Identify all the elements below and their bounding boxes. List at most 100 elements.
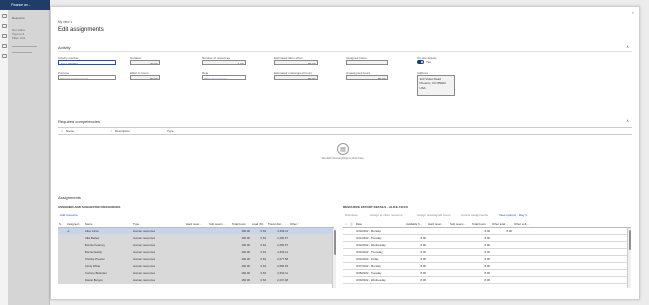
load-cell: 0.63 [260, 236, 266, 240]
distribute-button[interactable]: Distribute [345, 213, 358, 217]
unassigned-hours-field: Unassigned hours 80.00 [346, 71, 388, 80]
activity-section-title[interactable]: Activity [58, 45, 71, 50]
resource-row[interactable]: Bonnie Kearney Human resources 160.00 0.63 2… [58, 242, 334, 249]
resource-name-cell: Alice Ciccu [85, 229, 99, 233]
effort-row[interactable]: 3/23/2022 - Thursday 8.00 8.00 [343, 249, 631, 256]
total-hours-cell: 8.00 [484, 236, 490, 240]
resource-row[interactable]: ♙ Alice Ciccu Human resources 160.00 0.63 2,2… [58, 228, 334, 235]
date-cell: 3/20/2022 - Monday [356, 229, 381, 233]
assigned-cell: ♙ [66, 229, 84, 233]
effort-scrollbar[interactable] [627, 228, 631, 288]
activity-number-input[interactable]: ACU-000004 [58, 60, 116, 65]
resource-row[interactable]: Cindy White Human resources 160.00 0.63 2,56… [58, 263, 334, 270]
unassigned-hours-input[interactable]: 80.00 [346, 75, 388, 80]
total-hours-cell: 8.00 [484, 250, 490, 254]
scrollbar-thumb[interactable] [333, 230, 336, 255]
total-hours-cell: 8.00 [484, 229, 490, 233]
view-options-select[interactable]: Day ∨ [519, 213, 527, 217]
star-icon[interactable] [2, 24, 7, 28]
assign-to-other-resource-button[interactable]: Assign to other resource [370, 213, 403, 217]
total-hours-cell: 160.00 [241, 250, 250, 254]
estimated-labor-effort-input[interactable]: 80.00 [274, 60, 318, 65]
assigned-hours-input[interactable] [346, 60, 388, 65]
resource-name-cell: Bonnie Easily [85, 250, 102, 254]
total-hours-cell: 160.00 [241, 271, 250, 275]
effort-row[interactable]: 3/20/2022 - Monday 8.00 8.00 [343, 228, 631, 235]
add-resource-button[interactable]: Add resource [60, 213, 78, 217]
effort-in-hours-input[interactable]: 80.00 [130, 75, 160, 80]
resources-scrollbar[interactable] [332, 228, 336, 288]
empty-state-icon: ▤ [337, 143, 349, 155]
total-hours-cell: 160.00 [241, 257, 250, 261]
role-input[interactable]: Project manager [202, 75, 246, 80]
list-icon[interactable] [2, 54, 7, 58]
chevron-up-icon[interactable]: ∧ [626, 118, 629, 123]
total-hours-cell: 160.00 [241, 278, 250, 282]
edit-assignments-panel: × My view ∨ Edit assignments Activity ∧ … [50, 6, 640, 300]
resource-row[interactable]: Corinne Bolander Human resources 160.00 0.6… [58, 270, 334, 277]
column-header-type[interactable]: Type [167, 129, 227, 133]
load-cell: 0.63 [260, 271, 266, 275]
resource-name-cell: Christie Preston [85, 257, 105, 261]
cancel-assignments-button[interactable]: Cancel assignments [461, 213, 488, 217]
travel-distance-cell: 2,252.11 [277, 250, 288, 254]
divider [58, 51, 632, 52]
scrollbar-thumb[interactable] [628, 230, 631, 250]
number-of-resources-input[interactable]: 1.00 [202, 60, 246, 65]
column-header-description[interactable]: Description [115, 129, 167, 133]
effort-row[interactable]: 3/21/2022 - Tuesday 8.00 8.00 [343, 235, 631, 242]
assignments-section-title[interactable]: Assignments [58, 195, 81, 200]
resource-row[interactable]: Bonnie Easily Human resources 160.00 0.63 2,… [58, 249, 334, 256]
address-input[interactable]: 123 Violet Road Phoenix, CO 85003 USA [417, 75, 455, 96]
column-header-name[interactable]: Name [66, 129, 111, 133]
effort-row[interactable]: 3/22/2022 - Wednesday 8.00 8.00 [343, 242, 631, 249]
duration-input[interactable]: 20.00 [130, 60, 160, 65]
page-title: Edit assignments [58, 27, 104, 33]
workspace-icon[interactable] [2, 44, 7, 48]
assign-unassigned-hours-button[interactable]: Assign unassigned hours [417, 213, 451, 217]
select-all-radio[interactable]: ○ [58, 129, 66, 133]
effort-row[interactable]: 3/24/2022 - Friday 8.00 8.00 [343, 256, 631, 263]
date-cell: 3/29/2022 - Wednesday [356, 278, 386, 282]
onsite-toggle[interactable] [417, 60, 424, 64]
load-cell: 0.63 [260, 278, 266, 282]
estimated-unassigned-hours-input[interactable]: 80.00 [274, 75, 318, 80]
effort-row[interactable]: 3/27/2022 - Monday 8.00 8.00 [343, 263, 631, 270]
available-hours-cell: 8.00 [420, 243, 426, 247]
purpose-input[interactable]: Project management [58, 75, 116, 80]
close-button[interactable]: × [632, 10, 634, 15]
available-hours-cell: 8.00 [420, 250, 426, 254]
travel-distance-cell: 2,269.67 [277, 236, 288, 240]
background-app-title: Finance an... [0, 0, 50, 10]
clock-icon[interactable] [2, 34, 7, 38]
effort-row[interactable]: 3/29/2022 - Wednesday 8.00 8.00 [343, 277, 631, 284]
date-cell: 3/21/2022 - Tuesday [356, 236, 382, 240]
resource-row[interactable]: Daniel Burgos Human resources 160.00 0.63 2,… [58, 277, 334, 284]
competencies-grid: ○ Name ↑ Description Type ▤ We didn't fi… [58, 127, 632, 187]
view-selector[interactable]: My view ∨ [58, 20, 73, 24]
total-hours-cell: 8.00 [484, 264, 490, 268]
activity-number-field: Activity number ACU-000004 [58, 56, 116, 65]
date-cell: 3/24/2022 - Friday [356, 257, 379, 261]
assigned-hours-field: Assigned hours [346, 56, 388, 65]
total-hours-cell: 160.00 [241, 243, 250, 247]
available-hours-cell: 8.00 [420, 271, 426, 275]
travel-distance-cell: 2,252.11 [277, 271, 288, 275]
empty-state-text: We didn't find anything to show here. [321, 157, 365, 160]
resource-row[interactable]: Christie Preston Human resources 160.00 0.6… [58, 256, 334, 263]
resource-type-cell: Human resources [133, 271, 156, 275]
resource-type-cell: Human resources [133, 278, 156, 282]
modal-overlay [8, 10, 50, 305]
resource-name-cell: Corinne Bolander [85, 271, 107, 275]
home-icon[interactable] [2, 14, 7, 18]
resource-row[interactable]: Allie Bellew Human resources 160.00 0.63 2,2… [58, 235, 334, 242]
total-hours-cell: 160.00 [241, 236, 250, 240]
travel-distance-cell: 2,247.48 [277, 278, 288, 282]
resource-type-cell: Human resources [133, 243, 156, 247]
empty-state: ▤ We didn't find anything to show here. [303, 143, 383, 160]
available-hours-cell: 8.00 [420, 236, 426, 240]
effort-row[interactable]: 3/28/2022 - Tuesday 8.00 8.00 [343, 270, 631, 277]
purpose-field: Purpose Project management [58, 71, 116, 80]
competencies-section-title[interactable]: Required competencies [58, 119, 100, 124]
chevron-up-icon[interactable]: ∧ [626, 44, 629, 49]
